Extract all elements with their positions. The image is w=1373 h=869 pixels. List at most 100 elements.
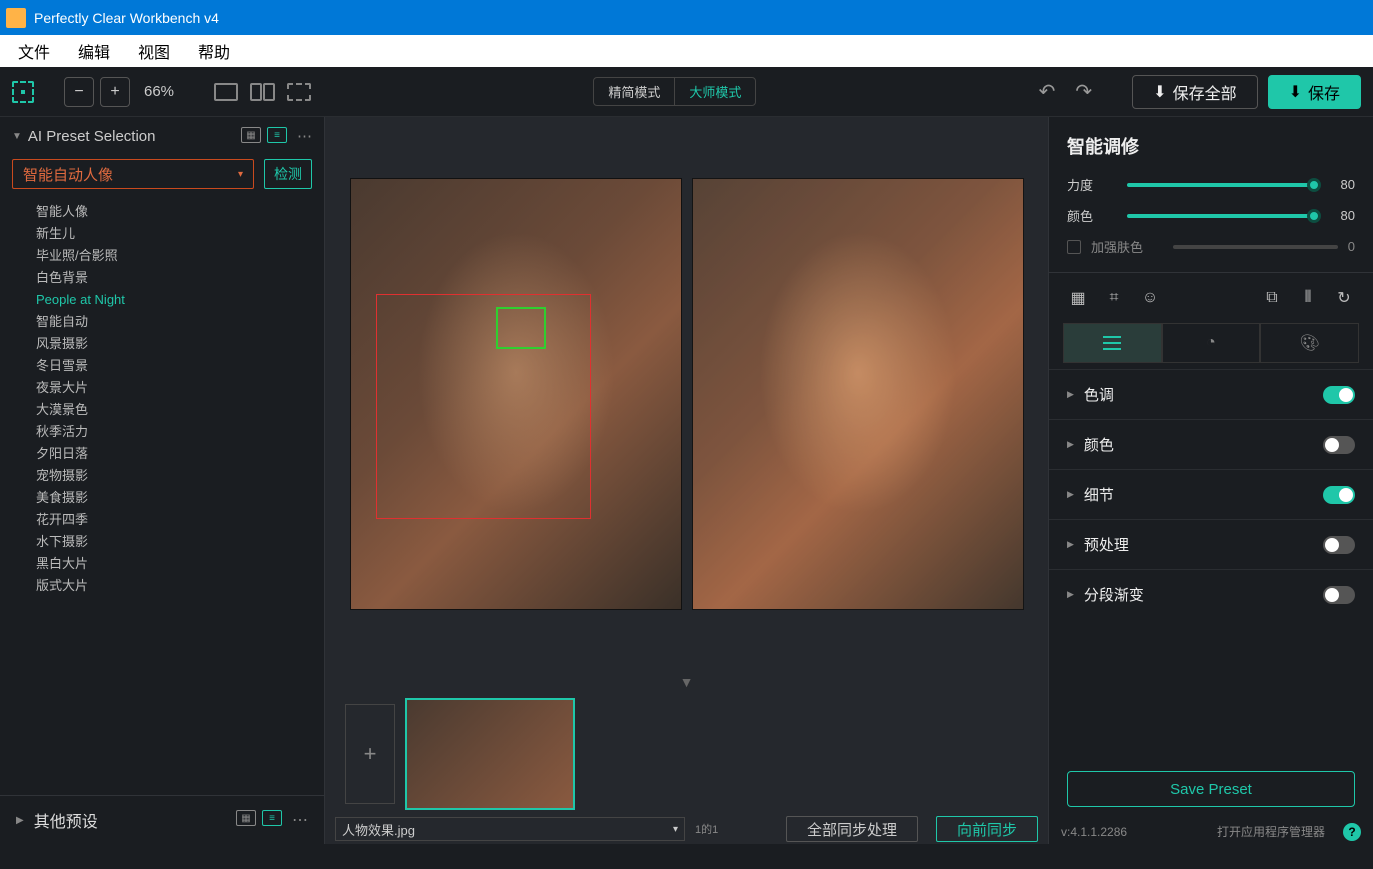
preset-dropdown-value: 智能自动人像 xyxy=(23,164,113,185)
reset-icon[interactable]: ↻ xyxy=(1333,287,1355,309)
view-split-button[interactable] xyxy=(250,83,275,101)
filename-field[interactable]: 人物效果.jpg▾ xyxy=(335,817,685,841)
fit-screen-button[interactable] xyxy=(12,81,34,103)
app-manager-link[interactable]: 打开应用程序管理器 xyxy=(1217,823,1325,840)
preset-item[interactable]: 宠物摄影 xyxy=(36,465,312,487)
face-icon[interactable]: ☺ xyxy=(1139,287,1161,309)
preset-item[interactable]: 冬日雪景 xyxy=(36,355,312,377)
menu-edit[interactable]: 编辑 xyxy=(64,35,124,67)
portrait-icon: ◔ xyxy=(1206,334,1216,352)
sync-forward-button[interactable]: 向前同步 xyxy=(936,816,1038,842)
collapse-icon: ▼ xyxy=(12,131,22,142)
preset-item[interactable]: 风景摄影 xyxy=(36,333,312,355)
section-toggle[interactable] xyxy=(1323,586,1355,604)
save-all-button[interactable]: ⬇保存全部 xyxy=(1132,75,1257,109)
preset-item[interactable]: 毕业照/合影照 xyxy=(36,245,312,267)
help-icon[interactable]: ? xyxy=(1343,823,1361,841)
list-view-icon[interactable]: ≡ xyxy=(262,810,282,826)
mode-simple-tab[interactable]: 精简模式 xyxy=(594,78,674,105)
zoom-in-button[interactable]: + xyxy=(100,77,130,107)
preset-item[interactable]: 白色背景 xyxy=(36,267,312,289)
slider-knob[interactable] xyxy=(1307,209,1321,223)
accordion-section[interactable]: ▶分段渐变 xyxy=(1049,569,1373,619)
menu-view[interactable]: 视图 xyxy=(124,35,184,67)
expand-icon: ▶ xyxy=(16,815,24,826)
section-toggle[interactable] xyxy=(1323,536,1355,554)
menu-file[interactable]: 文件 xyxy=(4,35,64,67)
crop-icon[interactable]: ⌗ xyxy=(1103,287,1125,309)
preset-item[interactable]: 美食摄影 xyxy=(36,487,312,509)
adjustments-accordion: ▶色调▶颜色▶细节▶预处理▶分段渐变 xyxy=(1049,369,1373,759)
toggle-knob xyxy=(1325,538,1339,552)
section-toggle[interactable] xyxy=(1323,386,1355,404)
thumbnail[interactable] xyxy=(405,698,575,810)
grid-view-icon[interactable]: ▦ xyxy=(236,810,256,826)
detect-button[interactable]: 检测 xyxy=(264,159,312,189)
sync-all-button[interactable]: 全部同步处理 xyxy=(786,816,918,842)
section-toggle[interactable] xyxy=(1323,486,1355,504)
redo-button[interactable]: ↷ xyxy=(1075,79,1092,104)
undo-button[interactable]: ↶ xyxy=(1039,79,1056,104)
filename-value: 人物效果.jpg xyxy=(342,820,415,839)
download-icon: ⬇ xyxy=(1289,82,1302,102)
histogram-icon[interactable]: ▦ xyxy=(1067,287,1089,309)
zoom-out-button[interactable]: − xyxy=(64,77,94,107)
preset-item[interactable]: 黑白大片 xyxy=(36,553,312,575)
save-preset-button[interactable]: Save Preset xyxy=(1067,771,1355,807)
expand-icon: ▶ xyxy=(1067,489,1074,500)
accordion-section[interactable]: ▶细节 xyxy=(1049,469,1373,519)
preset-item[interactable]: 版式大片 xyxy=(36,575,312,597)
after-image xyxy=(693,179,1023,609)
section-toggle[interactable] xyxy=(1323,436,1355,454)
preset-dropdown[interactable]: 智能自动人像 ▾ xyxy=(12,159,254,189)
list-view-icon[interactable]: ≡ xyxy=(267,127,287,143)
preset-list: 智能人像新生儿毕业照/合影照白色背景People at Night智能自动风景摄… xyxy=(0,199,324,605)
window-title: Perfectly Clear Workbench v4 xyxy=(34,10,219,26)
preset-item[interactable]: 大漠景色 xyxy=(36,399,312,421)
tab-effects[interactable]: 🎨︎ xyxy=(1260,323,1359,363)
preset-item[interactable]: 智能自动 xyxy=(36,311,312,333)
more-icon[interactable]: ⋯ xyxy=(292,810,308,830)
accordion-section[interactable]: ▶颜色 xyxy=(1049,419,1373,469)
preset-item[interactable]: 智能人像 xyxy=(36,201,312,223)
toolbar: − + 66% 精简模式 大师模式 ↶ ↷ ⬇保存全部 ⬇保存 xyxy=(0,67,1373,117)
filename-bar: 人物效果.jpg▾ 1的1 全部同步处理 向前同步 xyxy=(325,814,1048,844)
palette-icon: 🎨︎ xyxy=(1300,333,1320,353)
preset-item[interactable]: 夜景大片 xyxy=(36,377,312,399)
filmstrip-toggle[interactable]: ▼ xyxy=(325,670,1048,694)
other-presets-header[interactable]: ▶ 其他预设 ▦ ≡ ⋯ xyxy=(0,795,324,844)
menu-help[interactable]: 帮助 xyxy=(184,35,244,67)
grid-view-icon[interactable]: ▦ xyxy=(241,127,261,143)
slider-track[interactable] xyxy=(1127,183,1315,187)
preset-item[interactable]: 水下摄影 xyxy=(36,531,312,553)
preset-item[interactable]: 夕阳日落 xyxy=(36,443,312,465)
more-icon[interactable]: ⋯ xyxy=(297,127,312,145)
slider-row: 力度 80 xyxy=(1049,169,1373,200)
mirror-icon[interactable]: ⦀ xyxy=(1297,287,1319,309)
compare-icon[interactable]: ⧉ xyxy=(1261,287,1283,309)
slider-value: 80 xyxy=(1325,177,1355,192)
mode-master-tab[interactable]: 大师模式 xyxy=(674,78,755,105)
slider-track[interactable] xyxy=(1127,214,1315,218)
accordion-section[interactable]: ▶预处理 xyxy=(1049,519,1373,569)
preset-item[interactable]: People at Night xyxy=(36,289,312,311)
preview-canvas[interactable] xyxy=(325,117,1048,670)
window-titlebar: Perfectly Clear Workbench v4 xyxy=(0,0,1373,35)
save-button[interactable]: ⬇保存 xyxy=(1268,75,1361,109)
preset-item[interactable]: 秋季活力 xyxy=(36,421,312,443)
tab-tone[interactable] xyxy=(1063,323,1162,363)
preset-panel-header[interactable]: ▼ AI Preset Selection ▦ ≡ ⋯ xyxy=(0,117,324,155)
accordion-section[interactable]: ▶色调 xyxy=(1049,369,1373,419)
slider-label: 力度 xyxy=(1067,175,1117,194)
slider-knob[interactable] xyxy=(1307,178,1321,192)
view-single-button[interactable] xyxy=(214,83,238,101)
tab-portrait[interactable]: ◔ xyxy=(1162,323,1261,363)
add-image-button[interactable]: + xyxy=(345,704,395,804)
preset-item[interactable]: 新生儿 xyxy=(36,223,312,245)
other-presets-label: 其他预设 xyxy=(34,808,98,832)
slider-row: 颜色80 xyxy=(1049,200,1373,231)
view-crop-button[interactable] xyxy=(287,83,311,101)
center-canvas-area: ▼ + 人物效果.jpg▾ 1的1 全部同步处理 向前同步 xyxy=(325,117,1048,844)
enhance-skin-row[interactable]: 加强肤色 0 xyxy=(1049,231,1373,262)
preset-item[interactable]: 花开四季 xyxy=(36,509,312,531)
